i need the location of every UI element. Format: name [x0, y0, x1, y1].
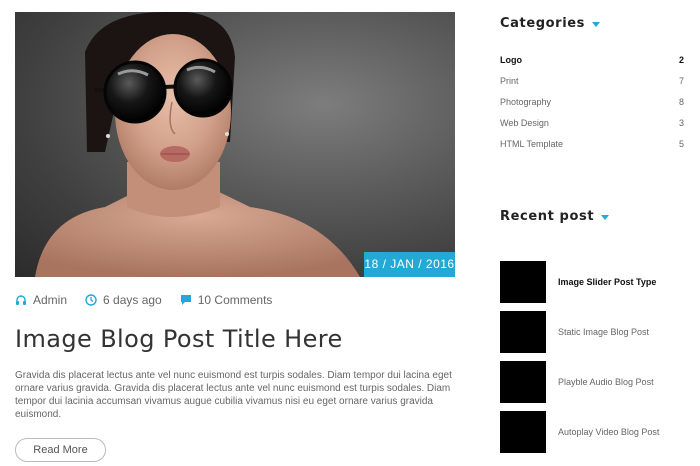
post-meta: Admin 6 days ago 10 Comments	[15, 293, 290, 307]
meta-comments[interactable]: 10 Comments	[180, 293, 273, 307]
comment-count: 10 Comments	[197, 293, 273, 307]
categories-title: Categories	[500, 16, 586, 31]
read-more-button[interactable]: Read More	[15, 438, 106, 462]
category-item-logo[interactable]: Logo 2	[500, 55, 684, 76]
recent-post-item[interactable]: Image Slider Post Type	[500, 257, 690, 307]
post-excerpt: Gravida dis placerat lectus ante vel nun…	[15, 370, 452, 420]
recent-post-thumbnail[interactable]	[500, 261, 546, 303]
date-badge: 18 / JAN / 2016	[364, 252, 455, 277]
recent-post-item[interactable]: Playble Audio Blog Post	[500, 357, 690, 407]
recent-post-list: Image Slider Post Type Static Image Blog…	[500, 257, 690, 457]
recent-post-link[interactable]: Autoplay Video Blog Post	[558, 427, 659, 437]
caret-down-icon	[592, 22, 601, 27]
category-item-photography[interactable]: Photography 8	[500, 97, 684, 118]
category-label: HTML Template	[500, 139, 564, 149]
recent-post-link[interactable]: Playble Audio Blog Post	[558, 377, 654, 387]
category-label: Web Design	[500, 118, 549, 128]
recent-post-thumbnail[interactable]	[500, 311, 546, 353]
category-label: Photography	[500, 97, 552, 107]
category-count: 5	[678, 139, 684, 149]
category-count: 8	[678, 97, 684, 107]
comment-icon	[180, 295, 191, 305]
recent-post-title: Recent post	[500, 209, 595, 224]
caret-down-icon	[601, 215, 610, 220]
category-count: 2	[678, 55, 684, 65]
author-name: Admin	[33, 293, 68, 307]
category-item-print[interactable]: Print 7	[500, 76, 684, 97]
meta-time: 6 days ago	[85, 293, 162, 307]
categories-heading: Categories	[500, 16, 601, 31]
category-count: 7	[678, 76, 684, 86]
recent-post-item[interactable]: Static Image Blog Post	[500, 307, 690, 357]
recent-post-thumbnail[interactable]	[500, 411, 546, 453]
featured-image[interactable]	[15, 12, 455, 277]
recent-post-link[interactable]: Image Slider Post Type	[558, 277, 656, 287]
recent-post-link[interactable]: Static Image Blog Post	[558, 327, 649, 337]
category-list: Logo 2 Print 7 Photography 8 Web Design …	[500, 55, 684, 160]
clock-icon	[85, 294, 97, 306]
headphones-icon	[16, 295, 26, 305]
post-time: 6 days ago	[103, 293, 162, 307]
recent-post-heading: Recent post	[500, 209, 610, 224]
category-item-web-design[interactable]: Web Design 3	[500, 118, 684, 139]
portrait-illustration	[35, 12, 360, 277]
recent-post-thumbnail[interactable]	[500, 361, 546, 403]
category-count: 3	[678, 118, 684, 128]
post-title[interactable]: Image Blog Post Title Here	[15, 325, 343, 353]
category-item-html-template[interactable]: HTML Template 5	[500, 139, 684, 160]
meta-author[interactable]: Admin	[15, 293, 67, 307]
category-label: Logo	[500, 55, 522, 65]
recent-post-item[interactable]: Autoplay Video Blog Post	[500, 407, 690, 457]
category-label: Print	[500, 76, 519, 86]
